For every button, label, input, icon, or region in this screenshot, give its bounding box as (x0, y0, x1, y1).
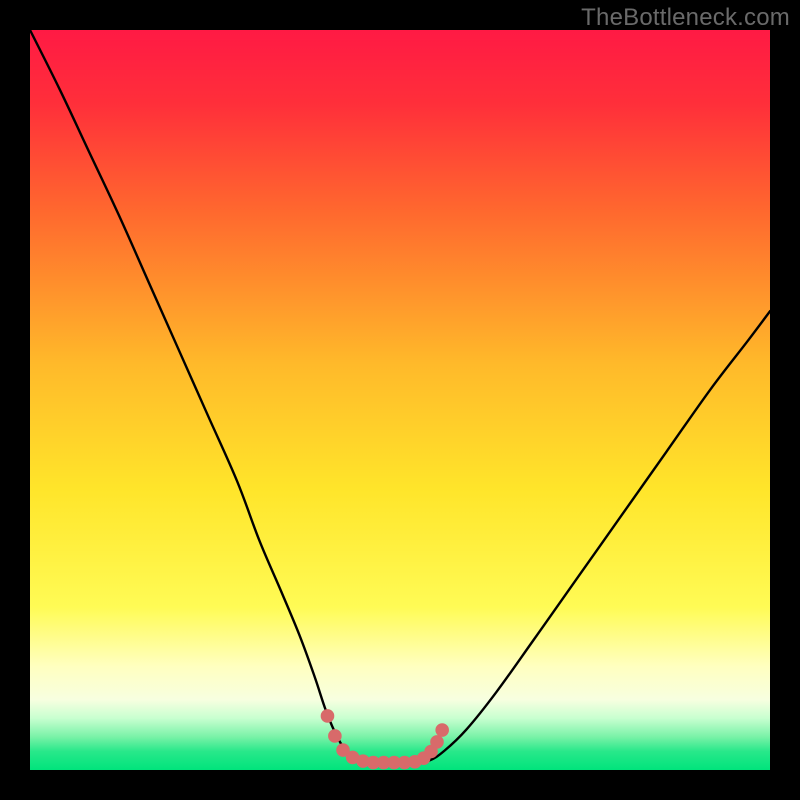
curve-marker (430, 735, 444, 749)
curve-marker (321, 709, 335, 723)
curve-marker (435, 723, 449, 737)
gradient-background (30, 30, 770, 770)
curve-marker (328, 729, 342, 743)
watermark-label: TheBottleneck.com (581, 4, 790, 32)
bottleneck-chart (30, 30, 770, 770)
chart-frame: TheBottleneck.com (0, 0, 800, 800)
